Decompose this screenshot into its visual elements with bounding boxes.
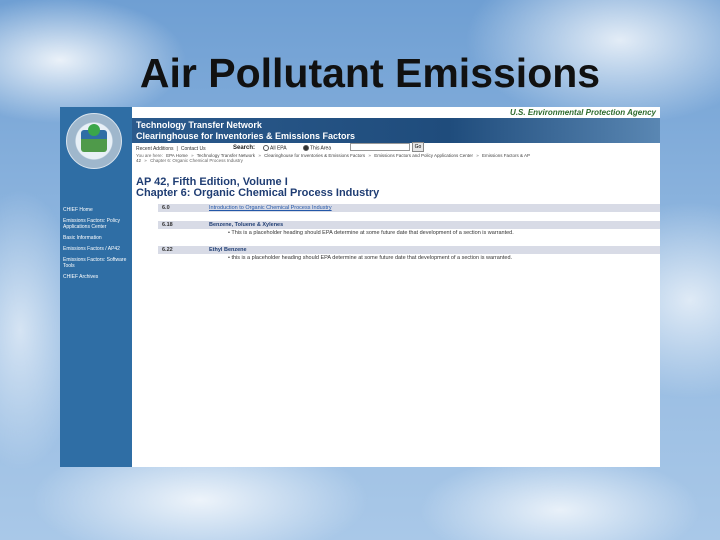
section-number: 6.22: [162, 247, 173, 253]
section-number: 6.18: [162, 222, 173, 228]
scope-this-area-label: This Area: [310, 145, 332, 152]
utility-links: Recent Additions | Contact Us: [136, 146, 209, 152]
sidebar-item-policy-applications-center[interactable]: Emissions Factors: Policy Applications C…: [63, 218, 131, 230]
go-button[interactable]: Go: [412, 142, 424, 152]
breadcrumb-arrow-icon: »: [368, 153, 371, 158]
section-row: 6.0 Introduction to Organic Chemical Pro…: [158, 204, 660, 212]
agency-name[interactable]: U.S. Environmental Protection Agency: [510, 108, 656, 117]
epa-flower-icon: [88, 124, 100, 136]
document-title: AP 42, Fifth Edition, Volume I Chapter 6…: [136, 177, 379, 199]
scope-this-area[interactable]: This Area: [303, 145, 331, 151]
section-note: • This is a placeholder heading should E…: [228, 230, 514, 236]
breadcrumb-item[interactable]: Emissions Factors & AP: [482, 153, 530, 158]
sidebar: CHIEF Home Emissions Factors: Policy App…: [60, 107, 132, 467]
breadcrumb-arrow-icon: »: [258, 153, 261, 158]
bullet-icon: •: [228, 230, 230, 236]
radio-icon[interactable]: [263, 145, 269, 151]
breadcrumb-arrow-icon: »: [144, 158, 147, 163]
breadcrumb-current: Chapter 6: Organic Chemical Process Indu…: [150, 158, 243, 163]
sidebar-item-ap42[interactable]: Emissions Factors / AP42: [63, 246, 131, 252]
banner-title: Technology Transfer Network: [136, 120, 262, 130]
breadcrumb-item[interactable]: 42: [136, 158, 141, 163]
browser-screenshot: CHIEF Home Emissions Factors: Policy App…: [60, 107, 660, 467]
sidebar-item-software-tools[interactable]: Emissions Factors: Software Tools: [63, 257, 131, 269]
breadcrumb-item[interactable]: Clearinghouse for Inventories & Emission…: [264, 153, 365, 158]
breadcrumb-item[interactable]: Emissions Factors and Policy Application…: [374, 153, 473, 158]
radio-selected-icon[interactable]: [303, 145, 309, 151]
utility-separator: |: [176, 146, 178, 152]
site-banner: Technology Transfer Network Clearinghous…: [132, 118, 660, 143]
sidebar-item-basic-information[interactable]: Basic Information: [63, 235, 131, 241]
search-label: Search:: [233, 145, 256, 151]
contact-us-link[interactable]: Contact Us: [181, 146, 206, 152]
section-note-text: this is a placeholder heading should EPA…: [231, 255, 513, 261]
breadcrumb-continued: 42 » Chapter 6: Organic Chemical Process…: [136, 158, 245, 163]
slide-title: Air Pollutant Emissions: [139, 50, 601, 96]
breadcrumb-arrow-icon: »: [476, 153, 479, 158]
sidebar-nav: CHIEF Home Emissions Factors: Policy App…: [63, 165, 131, 285]
section-title: Benzene, Toluene & Xylenes: [209, 222, 284, 228]
scope-all-epa[interactable]: All EPA: [263, 145, 287, 151]
section-number: 6.0: [162, 205, 170, 211]
scope-all-epa-label: All EPA: [270, 145, 287, 152]
recent-additions-link[interactable]: Recent Additions: [136, 146, 174, 152]
sidebar-item-chief-archives[interactable]: CHIEF Archives: [63, 274, 131, 280]
section-row: 6.18 Benzene, Toluene & Xylenes: [158, 221, 660, 229]
epa-seal-logo[interactable]: [66, 113, 122, 169]
bullet-icon: •: [228, 255, 230, 261]
section-link[interactable]: Introduction to Organic Chemical Process…: [209, 204, 332, 212]
document-title-line2: Chapter 6: Organic Chemical Process Indu…: [136, 187, 380, 199]
sidebar-item-chief-home[interactable]: CHIEF Home: [63, 207, 131, 213]
search-input[interactable]: [350, 143, 410, 151]
section-note: • this is a placeholder heading should E…: [228, 255, 512, 261]
top-bar: U.S. Environmental Protection Agency: [132, 107, 660, 118]
section-title: Ethyl Benzene: [209, 247, 247, 253]
banner-subtitle: Clearinghouse for Inventories & Emission…: [136, 131, 356, 141]
section-row: 6.22 Ethyl Benzene: [158, 246, 660, 254]
section-note-text: This is a placeholder heading should EPA…: [231, 230, 514, 236]
